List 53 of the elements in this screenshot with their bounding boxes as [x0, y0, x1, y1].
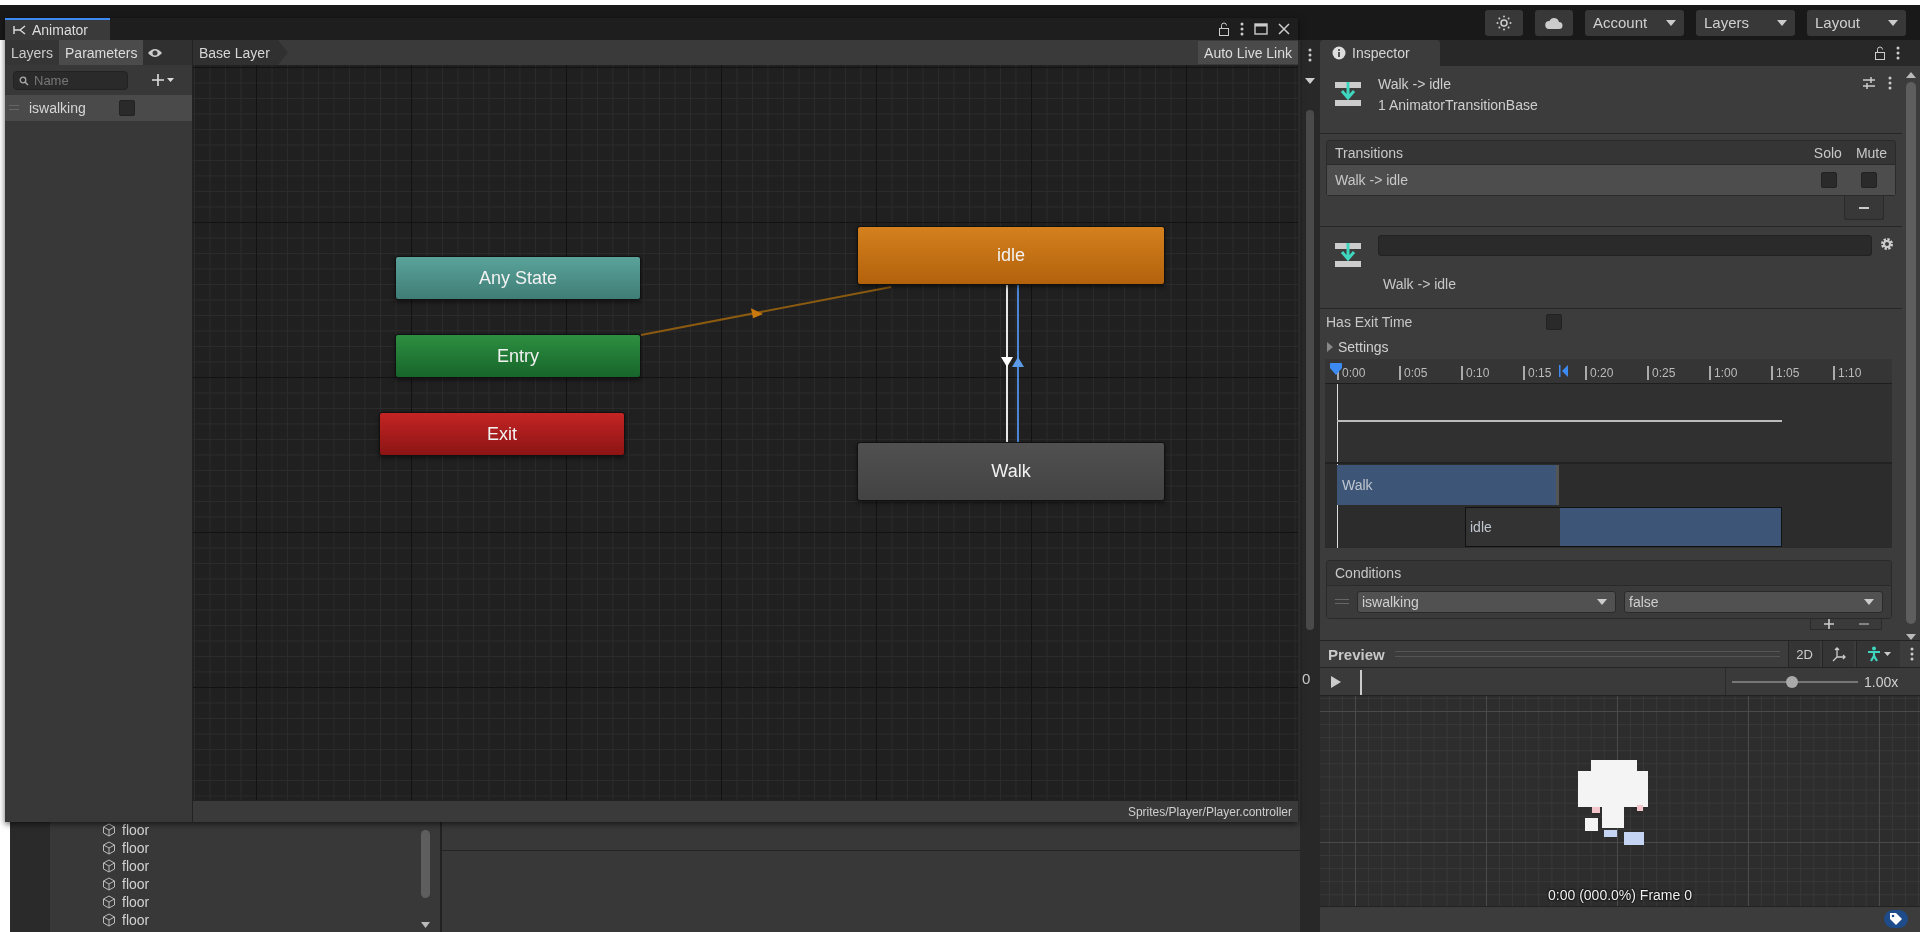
settings-foldout[interactable]: Settings	[1320, 335, 1902, 359]
column-header: Solo	[1813, 144, 1842, 161]
hierarchy-item[interactable]: floor	[122, 822, 150, 838]
clip-bar[interactable]: idle	[1465, 507, 1782, 547]
object-name: Walk -> idle	[1378, 76, 1452, 92]
list-header: Transitions	[1335, 144, 1404, 161]
parameter-dropdown[interactable]: iswalking	[1357, 591, 1616, 613]
inspector-tab[interactable]: Inspector	[1320, 40, 1440, 66]
asset-path: Sprites/Player/Player.controller	[1127, 804, 1292, 819]
panel-tab[interactable]: Parameters	[59, 40, 144, 65]
2d-toggle-button[interactable]: 2D	[1788, 641, 1820, 667]
auto-live-link-button[interactable]: Auto Live Link	[1198, 41, 1298, 64]
list-header: Conditions	[1335, 565, 1402, 581]
state-node[interactable]: Entry	[395, 334, 641, 378]
tab-label: Animator	[32, 22, 89, 38]
hierarchy-item[interactable]: floor	[122, 858, 150, 874]
frame-readout: 0:00 (000.0%) Frame 0	[1547, 887, 1693, 903]
clip-label: Walk	[1342, 477, 1373, 493]
toolbar-dropdown[interactable]: Layers	[1696, 9, 1795, 36]
hierarchy-item[interactable]: floor	[122, 912, 150, 928]
tick-label: 0:25	[1647, 366, 1709, 380]
transition-row[interactable]: Walk -> idle	[1327, 165, 1895, 195]
column-header: Mute	[1855, 144, 1887, 161]
breadcrumb[interactable]: Base Layer	[193, 40, 288, 65]
preview-title: Preview	[1327, 645, 1386, 663]
state-node[interactable]: Walk	[857, 442, 1165, 501]
panel-tab[interactable]: Layers	[5, 40, 60, 65]
tick-label: 0:05	[1399, 366, 1461, 380]
hierarchy-item[interactable]: floor	[122, 894, 150, 910]
preview-viewport[interactable]: 0:00 (000.0%) Frame 0	[1320, 696, 1920, 906]
parameter-name: iswalking	[29, 100, 87, 116]
clip-bar[interactable]: Walk	[1337, 465, 1559, 505]
toolbar-dropdown[interactable]: Layout	[1807, 9, 1906, 36]
clip-label: idle	[1470, 519, 1492, 535]
tick-label: 1:00	[1709, 366, 1771, 380]
tick-label: 1:10	[1833, 366, 1895, 380]
transition-timeline[interactable]: 0:00 0:05 0:10 0:15 0:20 0:25 1:00 1:05 1:10 Walk idle	[1325, 359, 1892, 548]
field-label: Has Exit Time	[1326, 314, 1414, 330]
toolbar-dropdown[interactable]: Account	[1585, 9, 1684, 36]
tick-label: 1:05	[1771, 366, 1833, 380]
hierarchy-item[interactable]: floor	[122, 840, 150, 856]
state-node[interactable]: Exit	[379, 412, 625, 456]
tick-label: 0:20	[1585, 366, 1647, 380]
tick-label: 0:10	[1461, 366, 1523, 380]
value-dropdown[interactable]: false	[1624, 591, 1883, 613]
object-type: 1 AnimatorTransitionBase	[1378, 97, 1539, 113]
tab-label: Inspector	[1352, 45, 1410, 61]
search-field[interactable]: Name	[13, 70, 128, 90]
value-label: 0	[1302, 670, 1311, 687]
speed-value: 1.00x	[1864, 673, 1899, 690]
transition-name: Walk -> idle	[1383, 276, 1457, 292]
hierarchy-item[interactable]: floor	[122, 876, 150, 892]
animator-tab[interactable]: Animator	[5, 18, 111, 40]
